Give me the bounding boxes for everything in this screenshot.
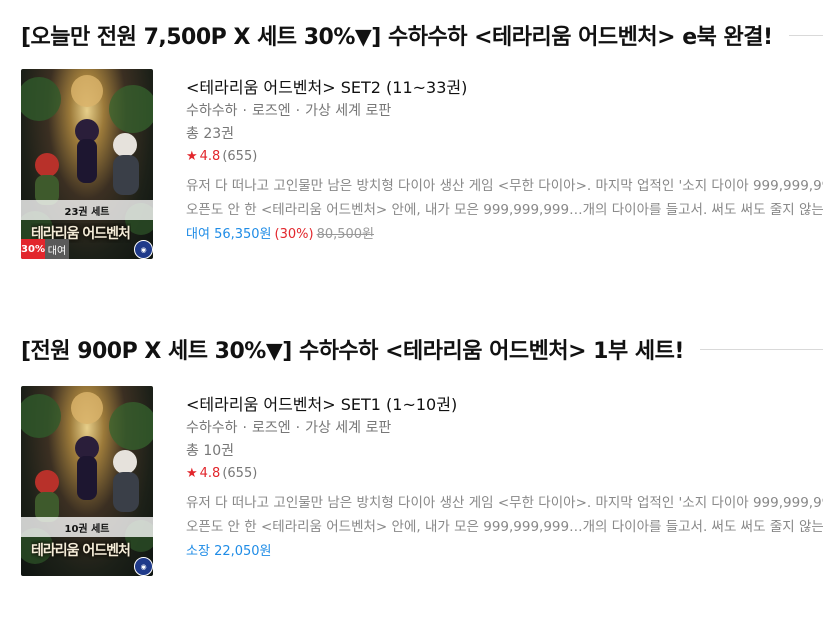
book-info: <테라리움 어드벤처> SET2 (11~33권) 수하수하 · 로즈엔 · 가상 세계…: [186, 77, 823, 246]
meta-separator: ·: [242, 103, 247, 119]
price-value: 56,350원: [214, 227, 272, 242]
price-type-label: 대여: [186, 227, 210, 242]
description-line: 유저 다 떠나고 고인물만 남은 방치형 다이아 생산 게임 <무한 다이아>.…: [186, 495, 823, 511]
price-type-label: 소장: [186, 544, 210, 559]
book-title[interactable]: <테라리움 어드벤처> SET2 (11~33권): [186, 77, 823, 99]
book-description[interactable]: 유저 다 떠나고 고인물만 남은 방치형 다이아 생산 게임 <무한 다이아>.…: [186, 491, 823, 539]
rating-count: (655): [222, 149, 258, 164]
author-link[interactable]: 수하수하: [186, 103, 238, 119]
illustrator-link[interactable]: 로즈엔: [252, 420, 291, 436]
book-meta: 수하수하 · 로즈엔 · 가상 세계 로판: [186, 100, 823, 122]
book-info: <테라리움 어드벤처> SET1 (1~10권) 수하수하 · 로즈엔 · 가상 세계 …: [186, 394, 823, 563]
rating-score: 4.8: [199, 149, 221, 164]
section-divider: [699, 348, 823, 350]
book-title[interactable]: <테라리움 어드벤처> SET1 (1~10권): [186, 394, 823, 416]
rent-badge: 대여: [45, 239, 69, 259]
meta-separator: ·: [295, 420, 301, 436]
publisher-logo: ◉: [134, 240, 153, 259]
book-rating: ★ 4.8 (655): [186, 146, 823, 168]
book-item[interactable]: 23권 세트 테라리움 어드벤처 30% 대여 ◉ <테라리움 어드벤처> SE…: [0, 69, 823, 269]
section-divider: [788, 34, 823, 36]
description-line: 유저 다 떠나고 고인물만 남은 방치형 다이아 생산 게임 <무한 다이아>.…: [186, 178, 823, 194]
price-value: 22,050원: [214, 544, 272, 559]
book-cover[interactable]: 10권 세트 테라리움 어드벤처 ◉: [21, 386, 153, 576]
section-title[interactable]: [전원 900P X 세트 30%▼] 수하수하 <테라리움 어드벤처> 1부 …: [21, 333, 684, 365]
discount-rate: (30%): [274, 227, 314, 242]
cover-title: 테라리움 어드벤처: [31, 543, 131, 559]
section-header: [전원 900P X 세트 30%▼] 수하수하 <테라리움 어드벤처> 1부 …: [21, 331, 823, 367]
meta-separator: ·: [295, 103, 301, 119]
book-rating: ★ 4.8 (655): [186, 463, 823, 485]
book-meta: 수하수하 · 로즈엔 · 가상 세계 로판: [186, 417, 823, 439]
publisher-logo: ◉: [134, 557, 153, 576]
discount-badge: 30%: [21, 239, 45, 259]
author-link[interactable]: 수하수하: [186, 420, 238, 436]
star-icon: ★: [186, 466, 198, 481]
book-item[interactable]: 10권 세트 테라리움 어드벤처 ◉ <테라리움 어드벤처> SET1 (1~1…: [0, 386, 823, 586]
cover-set-band: 10권 세트: [21, 517, 153, 537]
book-price: 대여 56,350원 (30%) 80,500원: [186, 224, 823, 246]
original-price: 80,500원: [316, 227, 375, 242]
meta-separator: ·: [242, 420, 247, 436]
book-description[interactable]: 유저 다 떠나고 고인물만 남은 방치형 다이아 생산 게임 <무한 다이아>.…: [186, 174, 823, 222]
illustrator-link[interactable]: 로즈엔: [252, 103, 291, 119]
book-cover[interactable]: 23권 세트 테라리움 어드벤처 30% 대여 ◉: [21, 69, 153, 259]
book-price: 소장 22,050원: [186, 541, 823, 563]
genre-link[interactable]: 가상 세계 로판: [305, 103, 391, 119]
section-header: [오늘만 전원 7,500P X 세트 30%▼] 수하수하 <테라리움 어드벤…: [21, 17, 823, 53]
description-line: 오픈도 안 한 <테라리움 어드벤처> 안에, 내가 모은 999,999,99…: [186, 202, 823, 218]
volume-count: 총 23권: [186, 126, 235, 142]
genre-link[interactable]: 가상 세계 로판: [305, 420, 391, 436]
cover-set-band: 23권 세트: [21, 200, 153, 220]
rating-score: 4.8: [199, 466, 221, 481]
rating-count: (655): [222, 466, 258, 481]
volume-count: 총 10권: [186, 443, 235, 459]
section-title[interactable]: [오늘만 전원 7,500P X 세트 30%▼] 수하수하 <테라리움 어드벤…: [21, 19, 773, 51]
star-icon: ★: [186, 149, 198, 164]
description-line: 오픈도 안 한 <테라리움 어드벤처> 안에, 내가 모은 999,999,99…: [186, 519, 823, 535]
